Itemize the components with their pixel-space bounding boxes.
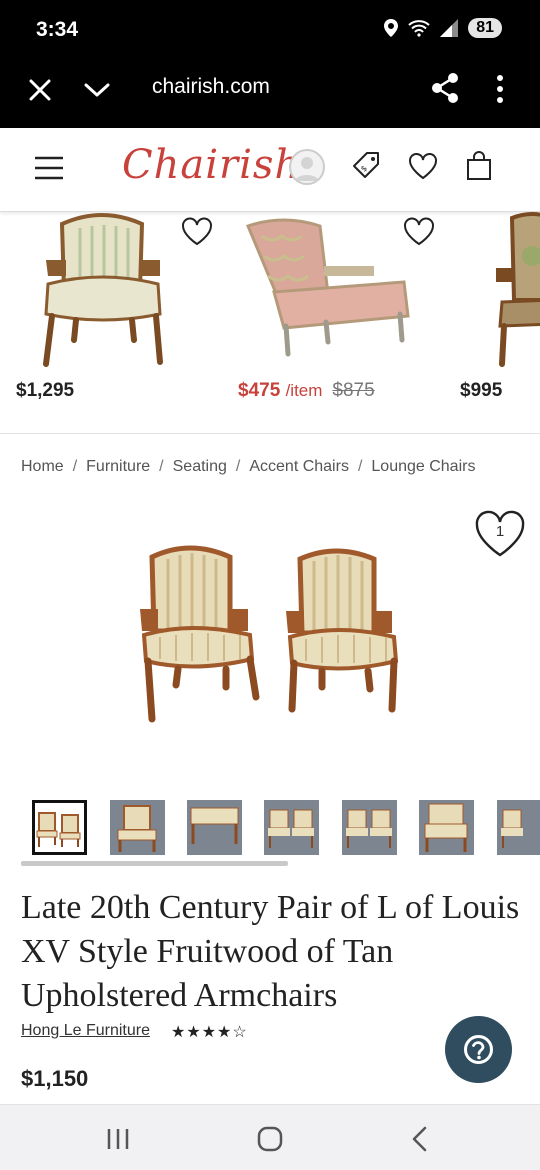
close-icon[interactable] xyxy=(26,76,54,104)
breadcrumb-separator: / xyxy=(72,458,78,475)
chevron-down-icon[interactable] xyxy=(82,76,112,104)
breadcrumb-furniture[interactable]: Furniture xyxy=(86,458,150,476)
question-mark-icon xyxy=(464,1035,493,1064)
account-avatar[interactable] xyxy=(289,149,325,185)
battery-indicator: 81 xyxy=(468,18,502,38)
signal-icon xyxy=(440,19,459,37)
product-title: Late 20th Century Pair of L of Louis XV … xyxy=(21,889,520,1014)
price-tag-icon[interactable]: $ xyxy=(350,150,382,182)
related-item-price: $995 xyxy=(460,380,503,401)
chairish-logo[interactable]: Chairish xyxy=(122,142,301,188)
armchair-image xyxy=(43,213,163,367)
related-item-price: $475 /item $875 xyxy=(238,380,375,402)
location-icon xyxy=(384,19,399,37)
price-unit: /item xyxy=(285,381,323,400)
help-button[interactable] xyxy=(445,1016,512,1083)
status-time: 3:34 xyxy=(36,18,79,41)
status-icons: 81 xyxy=(384,18,502,38)
breadcrumb-separator: / xyxy=(235,458,241,475)
user-icon xyxy=(295,157,319,181)
wifi-icon xyxy=(408,20,430,37)
back-icon[interactable] xyxy=(406,1125,434,1153)
breadcrumb-home[interactable]: Home xyxy=(21,458,64,476)
status-bar: 3:34 81 xyxy=(0,0,540,58)
thumbnail[interactable] xyxy=(497,800,540,855)
thumbnail[interactable] xyxy=(419,800,474,855)
shopping-bag-icon[interactable] xyxy=(463,150,495,182)
needlepoint-chair-image xyxy=(496,212,540,367)
thumbnail[interactable] xyxy=(32,800,87,855)
original-price: $875 xyxy=(332,380,375,401)
lounge-chair-image xyxy=(245,218,410,357)
favorite-count: 1 xyxy=(495,523,505,540)
thumbnail[interactable] xyxy=(342,800,397,855)
product-main-image[interactable] xyxy=(130,535,410,735)
thumbnail-strip xyxy=(0,800,540,856)
breadcrumb-seating[interactable]: Seating xyxy=(173,458,227,476)
related-item[interactable]: $1,295 xyxy=(0,212,230,432)
favorite-heart-icon[interactable] xyxy=(180,215,214,247)
related-item-price: $1,295 xyxy=(16,380,75,401)
system-navigation-bar xyxy=(0,1104,540,1170)
related-items-carousel: $1,295 $475 /item $875 $995 xyxy=(0,212,540,434)
breadcrumb-accent-chairs[interactable]: Accent Chairs xyxy=(249,458,349,476)
hamburger-menu-icon[interactable] xyxy=(34,156,64,180)
sale-price: $475 xyxy=(238,380,281,401)
breadcrumb-separator: / xyxy=(357,458,363,475)
breadcrumb-separator: / xyxy=(159,458,164,475)
thumbnail[interactable] xyxy=(264,800,319,855)
url-text[interactable]: chairish.com xyxy=(152,75,270,99)
related-item[interactable]: $475 /item $875 xyxy=(236,212,456,432)
product-price: $1,150 xyxy=(21,1066,89,1091)
breadcrumb: Home / Furniture / Seating / Accent Chai… xyxy=(21,458,475,476)
share-icon[interactable] xyxy=(430,72,460,104)
browser-toolbar: chairish.com xyxy=(0,58,540,128)
home-icon[interactable] xyxy=(256,1125,284,1153)
more-vert-icon[interactable] xyxy=(494,74,506,104)
seller-link[interactable]: Hong Le Furniture xyxy=(21,1022,150,1040)
site-header: Chairish $ xyxy=(0,128,540,212)
thumbnail-scrollbar[interactable] xyxy=(21,861,288,866)
recent-apps-icon[interactable] xyxy=(104,1125,132,1153)
thumbnail[interactable] xyxy=(110,800,165,855)
heart-icon[interactable] xyxy=(407,150,439,182)
seller-rating-stars: ★★★★☆ xyxy=(171,1024,248,1041)
related-item[interactable]: $995 xyxy=(460,212,540,432)
favorite-heart-icon[interactable] xyxy=(402,215,436,247)
favorite-button[interactable]: 1 xyxy=(474,510,526,558)
breadcrumb-lounge-chairs[interactable]: Lounge Chairs xyxy=(371,458,475,476)
thumbnail[interactable] xyxy=(187,800,242,855)
